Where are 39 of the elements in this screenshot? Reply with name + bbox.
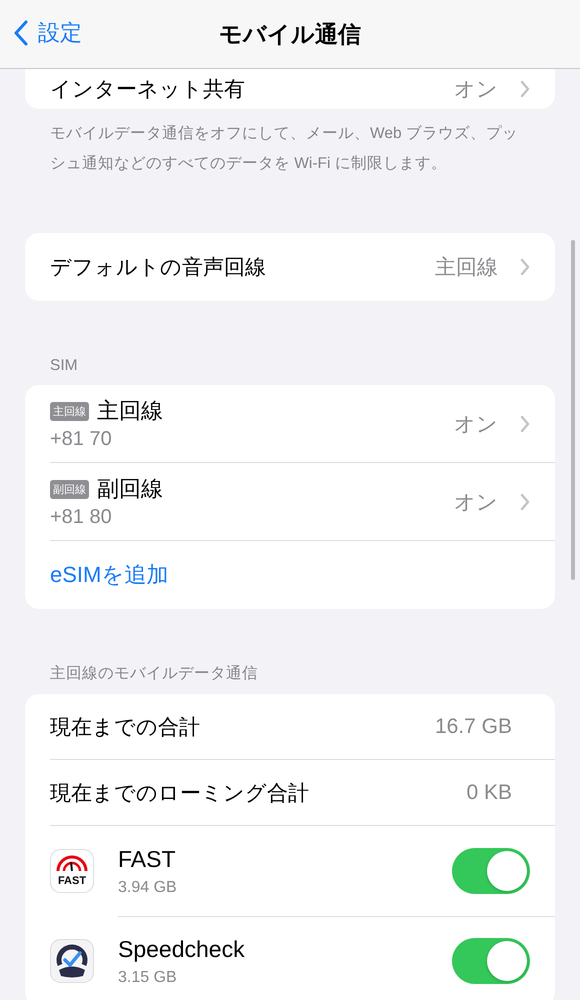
section-header: 主回線のモバイルデータ通信 bbox=[50, 664, 259, 684]
page-title: モバイル通信 bbox=[219, 20, 361, 48]
sim-row[interactable]: 主回線 主回線 +81 70 オン bbox=[50, 385, 555, 463]
app-name: FAST bbox=[118, 846, 177, 872]
chevron-icon bbox=[520, 80, 530, 98]
row-label: 現在までのローミング合計 bbox=[50, 780, 309, 806]
app-name: Speedcheck bbox=[118, 936, 246, 962]
chevron-icon bbox=[520, 492, 530, 510]
line-badge: 主回線 bbox=[50, 402, 89, 420]
line-name: 主回線 bbox=[97, 397, 163, 425]
row-label: インターネット共有 bbox=[50, 77, 245, 103]
chevron-icon bbox=[520, 414, 530, 432]
line-badge: 副回線 bbox=[50, 480, 89, 498]
sim-row[interactable]: 副回線 副回線 +81 80 オン bbox=[50, 463, 555, 541]
back-button[interactable]: 設定 bbox=[14, 18, 82, 48]
toggle-switch[interactable] bbox=[452, 848, 530, 894]
app-usage: 3.15 GB bbox=[118, 968, 178, 986]
chevron-icon bbox=[520, 258, 530, 276]
section-header: SIM bbox=[50, 357, 79, 375]
footer-note: モバイルデータ通信をオフにして、メール、Web ブラウズ、プッシュ通知などのすべてのデータを Wi-Fi に制限します。 bbox=[50, 124, 519, 174]
settings-row[interactable]: インターネット共有 オン bbox=[25, 69, 555, 109]
usage-value: 16.7 GB bbox=[434, 714, 512, 738]
row-value: オン bbox=[454, 412, 498, 438]
back-chevron-icon bbox=[14, 20, 28, 46]
phone-number: +81 80 bbox=[50, 506, 113, 529]
line-name: 副回線 bbox=[97, 475, 163, 503]
usage-value: 0 KB bbox=[466, 780, 512, 804]
row-value: 主回線 bbox=[435, 255, 498, 281]
phone-number: +81 70 bbox=[50, 428, 113, 451]
app-usage: 3.94 GB bbox=[118, 878, 178, 896]
settings-row[interactable]: デフォルトの音声回線 主回線 bbox=[25, 233, 555, 301]
add-esim-link[interactable]: eSIMを追加 bbox=[50, 560, 168, 590]
speedometer-check-icon bbox=[50, 939, 94, 983]
row-label: 現在までの合計 bbox=[50, 714, 200, 740]
row-label: デフォルトの音声回線 bbox=[50, 255, 266, 281]
toggle-switch[interactable] bbox=[452, 938, 530, 984]
row-value: オン bbox=[454, 77, 498, 103]
gauge-app-icon: FAST bbox=[50, 849, 94, 893]
row-value: オン bbox=[454, 490, 498, 516]
